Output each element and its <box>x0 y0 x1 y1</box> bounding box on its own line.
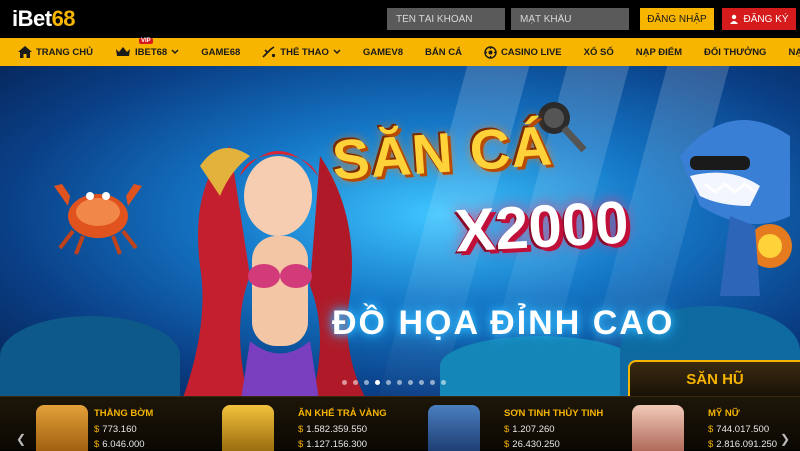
jackpot-name: ĂN KHẾ TRẢ VÀNG <box>298 408 387 419</box>
nav-item-rewards[interactable]: ĐỔI THƯỞNG <box>704 47 766 58</box>
register-label: ĐĂNG KÝ <box>743 13 789 25</box>
login-button[interactable]: ĐĂNG NHẬP <box>640 8 714 30</box>
nav-item-sports[interactable]: THỂ THAO <box>262 46 341 58</box>
carousel-dot[interactable] <box>397 380 402 385</box>
nav-item-code[interactable]: NẠP CODE <box>788 47 800 58</box>
nav-item-casino-live[interactable]: CASINO LIVE <box>484 45 562 59</box>
carousel-dot[interactable] <box>419 380 424 385</box>
jackpot-tab[interactable]: SĂN HŨ <box>628 360 800 396</box>
home-icon <box>18 46 32 58</box>
jackpot-value: $773.160 <box>94 424 137 435</box>
jackpot-thumbnail <box>632 405 684 451</box>
carousel-dot[interactable] <box>375 380 380 385</box>
carousel-dot[interactable] <box>386 380 391 385</box>
jackpot-value: $1.207.260 <box>504 424 555 435</box>
chevron-down-icon <box>333 49 341 54</box>
carousel-dot[interactable] <box>408 380 413 385</box>
jackpot-name: THẰNG BỜM <box>94 408 154 419</box>
carousel-dot[interactable] <box>441 380 446 385</box>
logo-suffix: 68 <box>51 6 76 31</box>
carousel-dot[interactable] <box>430 380 435 385</box>
jackpot-value: $1.582.359.550 <box>298 424 368 435</box>
vip-icon <box>116 47 130 56</box>
logo-prefix: iBet <box>12 6 52 31</box>
jackpot-thumbnail <box>222 405 274 451</box>
chevron-left-icon[interactable]: ❮ <box>16 432 26 446</box>
register-button[interactable]: ĐĂNG KÝ <box>722 8 796 30</box>
jackpot-value: $6.046.000 <box>94 439 145 450</box>
crab-illustration <box>54 184 142 255</box>
jackpot-card[interactable]: MỸ NỮ $744.017.500 $2.816.091.250 <box>632 397 782 451</box>
sports-icon <box>262 46 276 58</box>
nav-item-home[interactable]: TRANG CHỦ <box>18 46 93 58</box>
nav-item-deposit[interactable]: NẠP ĐIỂM <box>636 47 682 58</box>
password-input[interactable] <box>511 8 629 30</box>
jackpot-name: SƠN TINH THỦY TINH <box>504 408 604 419</box>
carousel-dot[interactable] <box>364 380 369 385</box>
site-logo[interactable]: iBet68 <box>12 6 76 32</box>
chevron-down-icon <box>171 49 179 54</box>
nav-item-game68[interactable]: GAME68 <box>201 47 240 58</box>
chevron-right-icon[interactable]: ❯ <box>780 432 790 446</box>
jackpot-value: $744.017.500 <box>708 424 770 435</box>
jackpot-strip: THẰNG BỜM $773.160 $6.046.000 ĂN KHẾ TRẢ… <box>0 396 800 451</box>
jackpot-value: $1.127.156.300 <box>298 439 368 450</box>
nav-item-fishing[interactable]: BẮN CÁ <box>425 47 462 58</box>
jackpot-value: $2.816.091.250 <box>708 439 778 450</box>
nav-item-ibet68[interactable]: VIP IBET68 <box>115 38 179 58</box>
banner-multiplier: X2000 <box>453 188 631 265</box>
shark-illustration <box>680 120 792 296</box>
banner-tagline: ĐỒ HỌA ĐỈNH CAO <box>332 304 675 342</box>
banner-headline: SĂN CÁ <box>330 113 555 192</box>
jackpot-value: $26.430.250 <box>504 439 560 450</box>
vip-badge: VIP <box>139 38 153 44</box>
jackpot-title: SĂN HŨ <box>686 370 744 388</box>
carousel-dot[interactable] <box>342 380 347 385</box>
jackpot-card[interactable]: SƠN TINH THỦY TINH $1.207.260 $26.430.25… <box>428 397 628 451</box>
jackpot-card[interactable]: THẰNG BỜM $773.160 $6.046.000 <box>36 397 226 451</box>
nav-item-gamev8[interactable]: GAMEV8 <box>363 47 403 58</box>
username-input[interactable] <box>387 8 505 30</box>
jackpot-name: MỸ NỮ <box>708 408 740 419</box>
top-bar: iBet68 ĐĂNG NHẬP ĐĂNG KÝ <box>0 0 800 38</box>
carousel-dot[interactable] <box>353 380 358 385</box>
carousel-dots <box>342 380 446 385</box>
casino-icon <box>484 45 497 59</box>
jackpot-card[interactable]: ĂN KHẾ TRẢ VÀNG $1.582.359.550 $1.127.15… <box>222 397 422 451</box>
jackpot-thumbnail <box>36 405 88 451</box>
promo-banner[interactable]: SĂN CÁ X2000 ĐỒ HỌA ĐỈNH CAO <box>0 66 800 396</box>
nav-item-lottery[interactable]: XỔ SỐ <box>584 47 614 58</box>
user-icon <box>730 14 739 24</box>
coral-decoration <box>0 316 180 396</box>
jackpot-thumbnail <box>428 405 480 451</box>
coral-decoration <box>440 336 640 396</box>
main-nav: TRANG CHỦ VIP IBET68 GAME68 THỂ THAO GAM… <box>0 38 800 66</box>
